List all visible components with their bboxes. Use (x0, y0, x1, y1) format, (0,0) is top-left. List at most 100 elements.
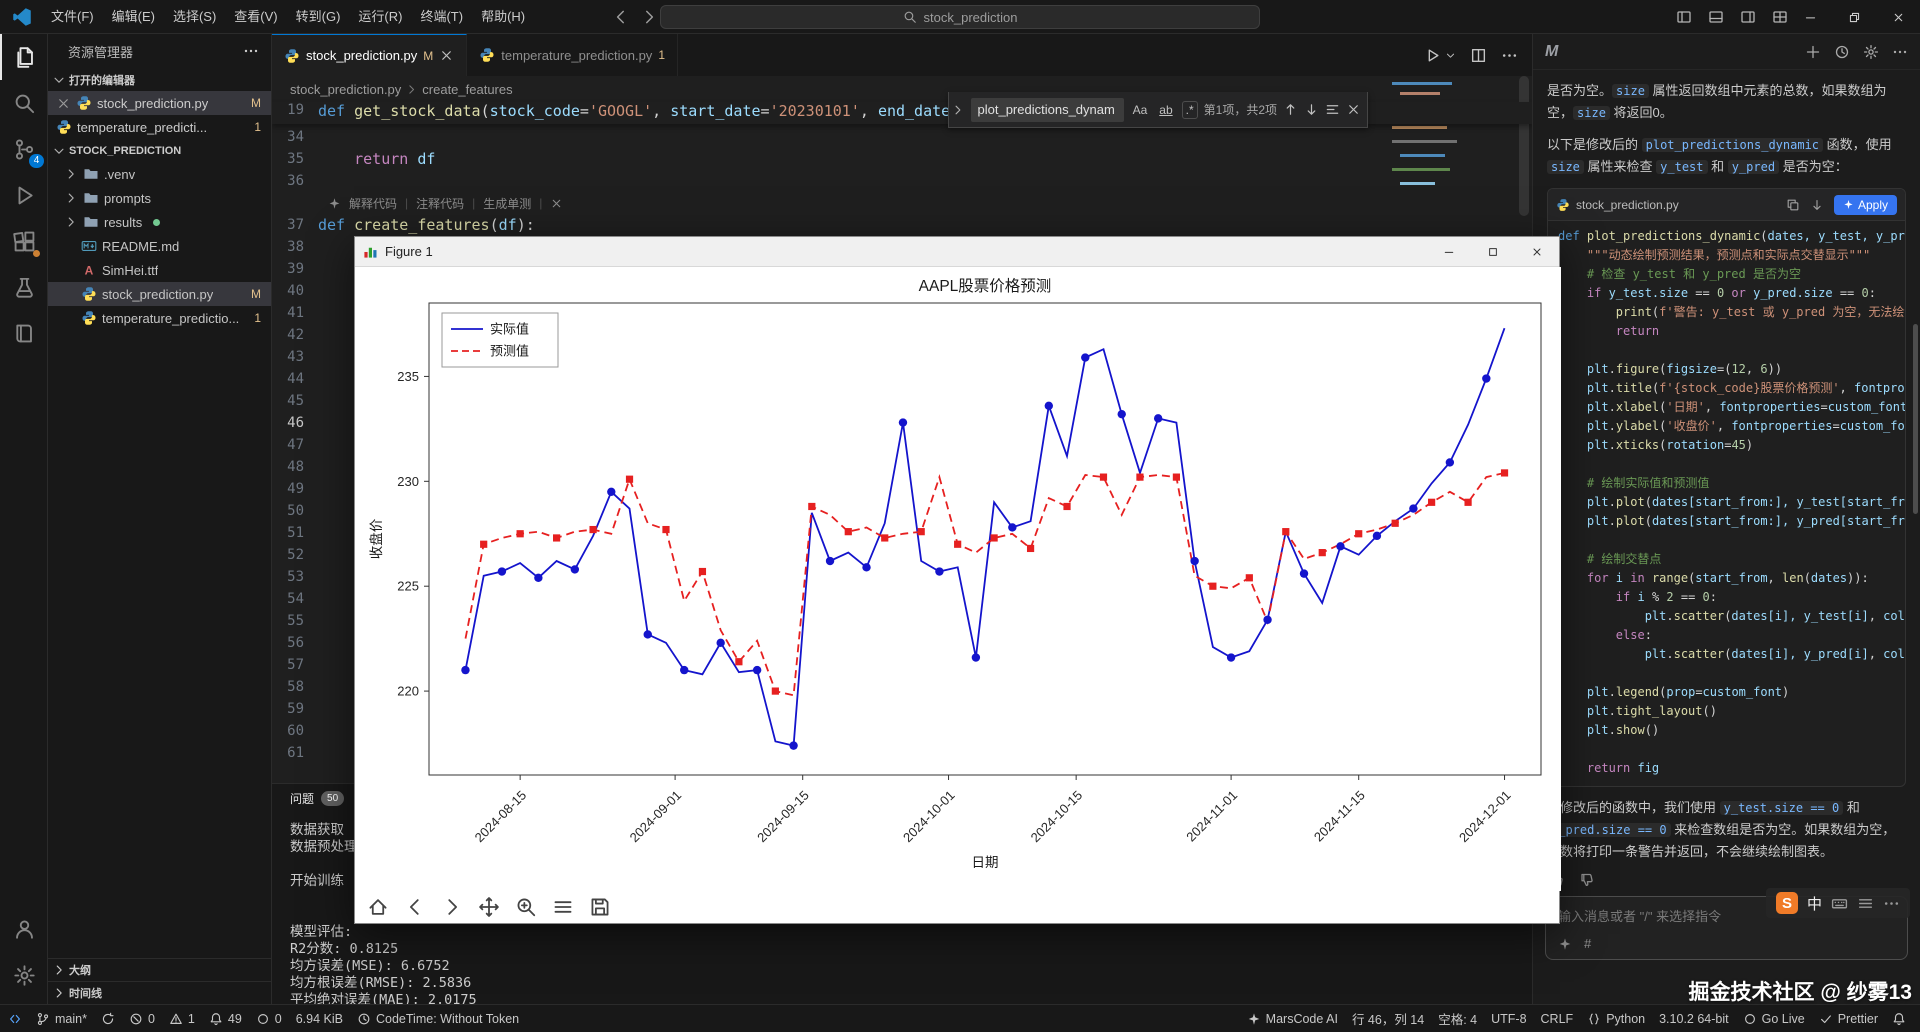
activity-bar-item[interactable] (0, 172, 48, 218)
status-bar-item[interactable]: 0 (129, 1012, 155, 1026)
new-chat-icon[interactable] (1805, 44, 1821, 60)
sidebar-section-header[interactable]: 大纲 (48, 958, 271, 981)
breadcrumb-symbol[interactable]: create_features (422, 82, 512, 97)
menu-item[interactable]: 终端(T) (411, 0, 472, 34)
status-bar-item[interactable]: 49 (209, 1012, 242, 1026)
minimize-button[interactable] (1788, 0, 1832, 34)
status-bar-item[interactable]: Go Live (1743, 1012, 1805, 1026)
whole-word-toggle[interactable]: ab (1156, 102, 1175, 118)
layout-toggle-icon[interactable] (1740, 9, 1756, 25)
status-bar-item[interactable]: Python (1587, 1012, 1645, 1026)
history-forward-button[interactable] (640, 8, 658, 26)
toolbar-button[interactable] (552, 896, 574, 918)
split-editor-button[interactable] (1470, 47, 1487, 64)
editor-scrollbar[interactable] (1519, 76, 1529, 216)
status-bar-item[interactable] (101, 1012, 115, 1026)
insert-icon[interactable] (1810, 198, 1824, 212)
status-bar-item[interactable]: CodeTime: Without Token (357, 1012, 519, 1026)
breadcrumb-file[interactable]: stock_prediction.py (290, 82, 401, 97)
status-bar-item[interactable]: 0 (256, 1012, 282, 1026)
thumbs-down-icon[interactable] (1579, 872, 1595, 886)
more-actions-icon[interactable] (243, 43, 259, 59)
status-bar-item[interactable]: 行 46，列 14 (1352, 1009, 1424, 1028)
project-section-header[interactable]: STOCK_PREDICTION (48, 139, 271, 162)
status-bar-item[interactable] (8, 1012, 22, 1026)
explorer-file-item[interactable]: README.md (48, 234, 271, 258)
panel-scrollbar[interactable] (1913, 324, 1918, 514)
activity-bar-item[interactable] (0, 310, 48, 356)
close-icon[interactable] (1346, 102, 1361, 117)
toolbar-button[interactable] (404, 896, 426, 918)
code-line[interactable]: 37 def create_features(df): 解释代码| 注释代码| … (272, 214, 1532, 236)
layout-toggle-icon[interactable] (1708, 9, 1724, 25)
status-bar-item[interactable]: 1 (169, 1012, 195, 1026)
explorer-file-item[interactable]: results (48, 210, 271, 234)
explorer-file-item[interactable]: .venv (48, 162, 271, 186)
toolbox-icon[interactable] (1857, 895, 1874, 912)
previous-match-button[interactable] (1283, 102, 1298, 117)
sidebar-section-header[interactable]: 时间线 (48, 981, 271, 1004)
gear-icon[interactable] (1863, 44, 1879, 60)
more-icon[interactable] (1883, 895, 1900, 912)
status-bar-item[interactable]: CRLF (1541, 1012, 1574, 1026)
ai-action-comment[interactable]: 注释代码 (416, 195, 464, 212)
status-bar-item[interactable]: main* (36, 1012, 87, 1026)
menu-item[interactable]: 编辑(E) (103, 0, 164, 34)
activity-bar-item[interactable] (0, 906, 48, 952)
maximize-button[interactable] (1471, 237, 1515, 266)
layout-toggle-icon[interactable] (1676, 9, 1692, 25)
code-line[interactable]: 36 解释代码| 注释代码| 生成单测| (272, 170, 1532, 192)
open-editor-item[interactable]: temperature_predicti... 1 (48, 115, 271, 139)
minimize-button[interactable] (1427, 237, 1471, 266)
close-icon[interactable] (550, 197, 563, 210)
close-icon[interactable] (56, 96, 71, 111)
code-line[interactable]: 35 return df 解释代码| 注释代码| 生成单测| (272, 148, 1532, 170)
chevron-down-icon[interactable] (1445, 50, 1456, 61)
more-actions-button[interactable] (1501, 47, 1518, 64)
activity-bar-item[interactable] (0, 34, 48, 80)
layout-toggle-icon[interactable] (1772, 9, 1788, 25)
more-icon[interactable] (1892, 44, 1908, 60)
input-method-tray[interactable]: S 中 (1766, 888, 1910, 918)
explorer-file-item[interactable]: stock_prediction.py M (48, 282, 271, 306)
explorer-file-item[interactable]: prompts (48, 186, 271, 210)
skills-icon[interactable] (1558, 937, 1572, 951)
status-bar-item[interactable]: 3.10.2 64-bit (1659, 1012, 1729, 1026)
find-input[interactable]: plot_predictions_dynam (971, 98, 1124, 122)
close-button[interactable] (1515, 237, 1559, 266)
maximize-button[interactable] (1832, 0, 1876, 34)
close-icon[interactable] (439, 48, 454, 63)
activity-bar-item[interactable] (0, 80, 48, 126)
status-bar-item[interactable]: MarsCode AI (1247, 1012, 1338, 1026)
explorer-file-item[interactable]: temperature_predictio... 1 (48, 306, 271, 330)
matplotlib-figure-window[interactable]: Figure 1 2202252302352024-08-152024-09-0… (354, 236, 1560, 924)
toolbar-button[interactable] (515, 896, 537, 918)
menu-item[interactable]: 帮助(H) (472, 0, 534, 34)
figure-title-bar[interactable]: Figure 1 (355, 237, 1559, 267)
toolbar-button[interactable] (478, 896, 500, 918)
toolbar-button[interactable] (589, 896, 611, 918)
open-editors-header[interactable]: 打开的编辑器 (48, 68, 271, 91)
chevron-right-icon[interactable] (951, 103, 965, 117)
editor-tab[interactable]: temperature_prediction.py 1 (467, 34, 678, 76)
status-bar-item[interactable]: 6.94 KiB (296, 1012, 343, 1026)
find-in-selection-button[interactable] (1325, 102, 1340, 117)
activity-bar-item[interactable] (0, 218, 48, 264)
next-match-button[interactable] (1304, 102, 1319, 117)
menu-item[interactable]: 文件(F) (42, 0, 103, 34)
menu-item[interactable]: 转到(G) (287, 0, 350, 34)
status-bar-item[interactable]: Prettier (1819, 1012, 1878, 1026)
panel-tab-problems[interactable]: 问题 (290, 790, 314, 807)
status-bar-item[interactable] (1892, 1012, 1906, 1026)
code-line[interactable]: 解释代码| 注释代码| 生成单测| (272, 192, 1532, 214)
sogou-logo[interactable]: S (1776, 892, 1798, 914)
ai-action-unittest[interactable]: 生成单测 (483, 195, 531, 212)
status-bar-item[interactable]: 空格: 4 (1438, 1009, 1477, 1028)
copy-icon[interactable] (1786, 198, 1800, 212)
toolbar-button[interactable] (367, 896, 389, 918)
keyboard-icon[interactable] (1831, 895, 1848, 912)
history-back-button[interactable] (612, 8, 630, 26)
match-case-toggle[interactable]: Aa (1130, 102, 1151, 118)
regex-toggle[interactable]: .* (1182, 101, 1198, 119)
menu-item[interactable]: 查看(V) (225, 0, 286, 34)
